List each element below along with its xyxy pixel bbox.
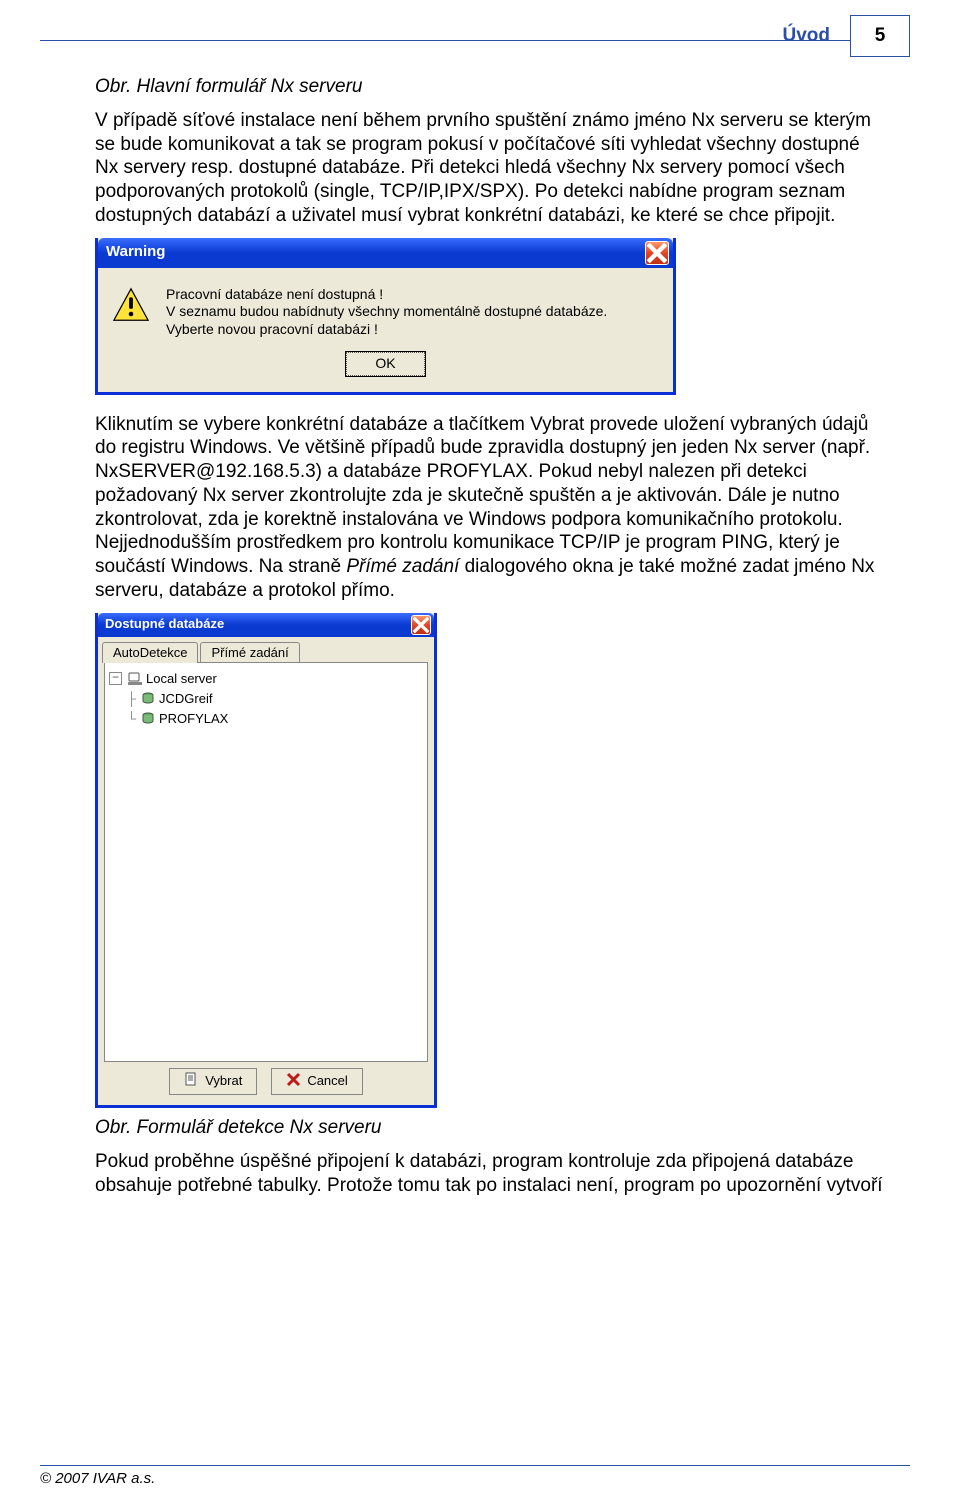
warning-text: Pracovní databáze není dostupná ! V sezn… [166, 286, 607, 339]
tree-item-label: JCDGreif [159, 691, 212, 707]
footer-text: © 2007 IVAR a.s. [40, 1470, 910, 1487]
paragraph-2-italic: Přímé zadání [346, 556, 459, 577]
db-dialog: Dostupné databáze AutoDetekce Přímé zadá… [95, 613, 437, 1109]
db-title: Dostupné databáze [105, 616, 411, 632]
tree-root-label: Local server [146, 671, 217, 687]
paragraph-2: Kliknutím se vybere konkrétní databáze a… [95, 413, 885, 603]
header-rule [40, 40, 910, 41]
paragraph-3: Pokud proběhne úspěšné připojení k datab… [95, 1150, 885, 1198]
body: Obr. Hlavní formulář Nx serveru V případ… [95, 75, 885, 1197]
document-icon [184, 1072, 199, 1091]
warning-dialog: Warning Pracovní databáze není dostupná … [95, 238, 676, 395]
db-titlebar: Dostupné databáze [98, 613, 434, 637]
warning-button-row: OK [98, 346, 673, 392]
tree-item[interactable]: ├ JCDGreif [109, 689, 423, 709]
db-button-row: Vybrat Cancel [98, 1068, 434, 1105]
warning-body: Pracovní databáze není dostupná ! V sezn… [98, 268, 673, 347]
paragraph-1: V případě síťové instalace není během pr… [95, 109, 885, 228]
page-footer: © 2007 IVAR a.s. [40, 1465, 910, 1487]
database-icon [139, 692, 157, 706]
tree-item[interactable]: └ PROFYLAX [109, 709, 423, 729]
cancel-icon [286, 1072, 301, 1091]
database-icon [139, 712, 157, 726]
tree-item-label: PROFYLAX [159, 711, 228, 727]
figure-caption-2: Obr. Formulář detekce Nx serveru [95, 1116, 885, 1140]
page: Úvod 5 Obr. Hlavní formulář Nx serveru V… [0, 0, 960, 1505]
close-icon[interactable] [645, 241, 669, 265]
tree-root-row[interactable]: − Local server [109, 669, 423, 689]
warning-title: Warning [106, 243, 645, 262]
select-label: Vybrat [205, 1073, 242, 1089]
cancel-button[interactable]: Cancel [271, 1068, 362, 1095]
tree-collapse-icon[interactable]: − [109, 672, 122, 685]
page-number: 5 [850, 15, 910, 57]
db-tabs: AutoDetekce Přímé zadání [98, 637, 434, 662]
warning-line-3: Vyberte novou pracovní databázi ! [166, 321, 607, 339]
select-button[interactable]: Vybrat [169, 1068, 257, 1095]
paragraph-2a: Kliknutím se vybere konkrétní databáze a… [95, 414, 870, 578]
db-tree[interactable]: − Local server ├ JCDGreif └ [104, 662, 428, 1062]
page-header: Úvod 5 [783, 15, 911, 57]
warning-line-2: V seznamu budou nabídnuty všechny moment… [166, 303, 607, 321]
footer-rule [40, 1465, 910, 1466]
close-icon[interactable] [411, 615, 431, 635]
tab-autodetect[interactable]: AutoDetekce [102, 642, 198, 663]
warning-icon [112, 286, 154, 339]
warning-line-1: Pracovní databáze není dostupná ! [166, 286, 607, 304]
server-icon [126, 672, 144, 686]
cancel-label: Cancel [307, 1073, 347, 1089]
tab-direct[interactable]: Přímé zadání [200, 642, 299, 663]
section-title: Úvod [783, 25, 851, 47]
warning-titlebar: Warning [98, 238, 673, 268]
figure-caption-1: Obr. Hlavní formulář Nx serveru [95, 75, 885, 99]
ok-button[interactable]: OK [346, 352, 424, 376]
